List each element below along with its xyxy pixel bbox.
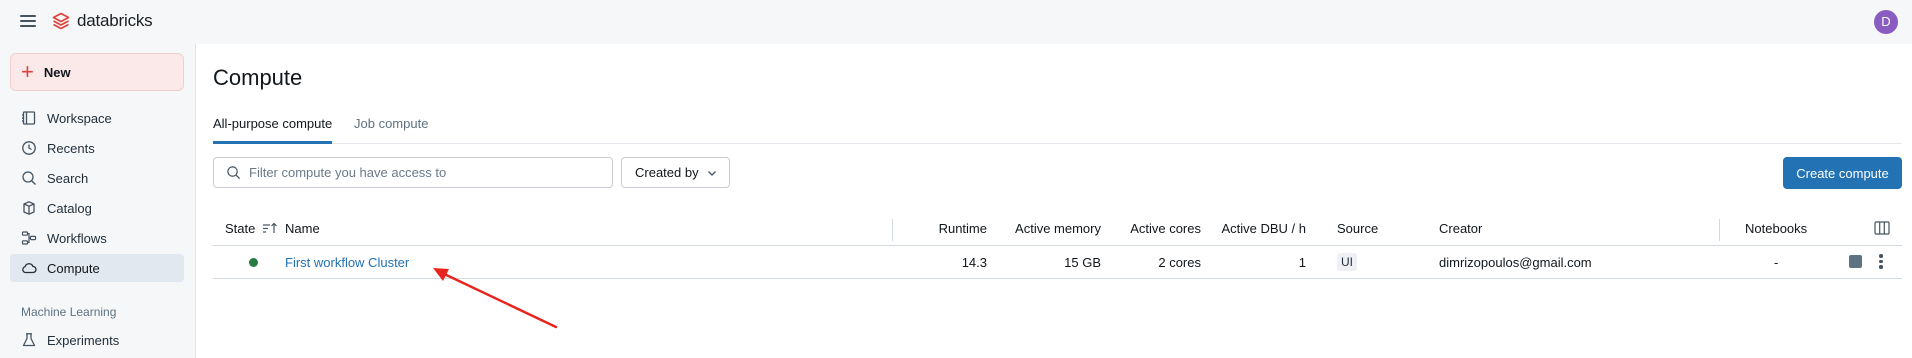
- column-settings-icon[interactable]: [1874, 221, 1890, 235]
- sidebar: + New Workspace Recents Search Catalog W…: [0, 44, 196, 358]
- workspace-icon: [21, 110, 37, 126]
- top-bar: databricks D: [0, 0, 1912, 44]
- sidebar-item-workspace[interactable]: Workspace: [10, 104, 184, 132]
- tab-all-purpose-compute[interactable]: All-purpose compute: [213, 114, 333, 144]
- stop-icon[interactable]: [1849, 255, 1862, 268]
- sidebar-item-label: Workspace: [47, 110, 112, 126]
- sidebar-item-compute[interactable]: Compute: [10, 254, 184, 282]
- active-dbu-cell: 1: [1298, 255, 1306, 270]
- sidebar-item-label: Workflows: [47, 230, 107, 246]
- source-badge: UI: [1337, 253, 1357, 271]
- sidebar-item-label: Experiments: [47, 332, 120, 348]
- workflows-icon: [21, 230, 37, 246]
- sidebar-item-recents[interactable]: Recents: [10, 134, 184, 162]
- section-label-machine-learning: Machine Learning: [21, 305, 117, 319]
- sort-icon[interactable]: [262, 222, 278, 234]
- plus-icon: +: [21, 59, 34, 84]
- column-header-creator[interactable]: Creator: [1439, 221, 1482, 236]
- chevron-down-icon: [707, 170, 716, 176]
- column-header-label: State: [225, 221, 256, 236]
- user-avatar[interactable]: D: [1874, 10, 1898, 34]
- sidebar-item-search[interactable]: Search: [10, 164, 184, 192]
- column-header-name[interactable]: Name: [285, 221, 320, 236]
- cloud-icon: [21, 260, 37, 276]
- tab-bar: All-purpose compute Job compute: [213, 114, 1902, 144]
- created-by-filter[interactable]: Created by: [621, 157, 730, 188]
- creator-cell: dimrizopoulos@gmail.com: [1439, 255, 1592, 270]
- databricks-logo[interactable]: databricks: [52, 11, 153, 31]
- created-by-label: Created by: [635, 165, 699, 180]
- page-title: Compute: [213, 65, 303, 90]
- cluster-name-link[interactable]: First workflow Cluster: [285, 255, 409, 270]
- state-running-indicator: [249, 258, 258, 267]
- search-icon: [227, 166, 241, 180]
- databricks-logo-icon: [52, 12, 70, 30]
- table-header: State Name Runtime Active memory Active …: [213, 213, 1902, 246]
- new-button-label: New: [43, 64, 71, 80]
- search-icon: [21, 170, 37, 186]
- new-button[interactable]: + New: [10, 53, 184, 91]
- search-input[interactable]: [249, 165, 609, 180]
- sidebar-item-workflows[interactable]: Workflows: [10, 224, 184, 252]
- compute-table: State Name Runtime Active memory Active …: [213, 213, 1902, 279]
- notebooks-cell: -: [1774, 255, 1779, 270]
- column-header-source[interactable]: Source: [1337, 221, 1378, 236]
- flask-icon: [21, 332, 37, 348]
- tab-job-compute[interactable]: Job compute: [354, 114, 428, 144]
- table-row[interactable]: First workflow Cluster 14.3 15 GB 2 core…: [213, 246, 1902, 279]
- sidebar-item-label: Search: [47, 170, 89, 186]
- brand-name: databricks: [77, 11, 153, 30]
- column-header-notebooks[interactable]: Notebooks: [1745, 221, 1807, 236]
- menu-icon[interactable]: [20, 14, 36, 28]
- more-actions-icon[interactable]: [1878, 253, 1884, 271]
- sidebar-item-label: Catalog: [47, 200, 92, 216]
- sidebar-item-catalog[interactable]: Catalog: [10, 194, 184, 222]
- column-header-active-dbu[interactable]: Active DBU / h: [1126, 221, 1306, 236]
- main-panel: Compute All-purpose compute Job compute …: [196, 44, 1912, 358]
- sidebar-item-label: Compute: [47, 260, 100, 276]
- sidebar-item-label: Recents: [47, 140, 95, 156]
- column-resize-handle[interactable]: [1719, 219, 1720, 241]
- catalog-icon: [21, 200, 37, 216]
- create-compute-button[interactable]: Create compute: [1783, 157, 1902, 189]
- clock-icon: [21, 140, 37, 156]
- sidebar-item-experiments[interactable]: Experiments: [10, 326, 184, 354]
- search-field[interactable]: [213, 157, 613, 188]
- column-header-state[interactable]: State: [225, 221, 278, 236]
